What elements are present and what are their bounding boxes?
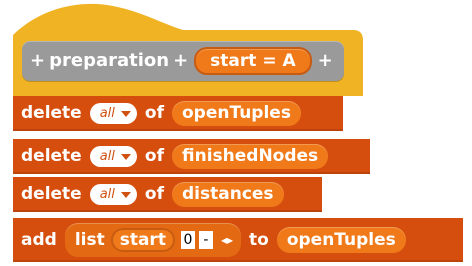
variable-finishedNodes[interactable]: finishedNodes	[172, 144, 329, 169]
to-label: to	[249, 229, 269, 250]
delete-option-dropdown[interactable]: all	[89, 146, 137, 167]
block-name: preparation	[49, 50, 170, 71]
list-label: list	[74, 229, 105, 250]
param-start-label: start = A	[210, 50, 296, 71]
variable-openTuples-target[interactable]: openTuples	[276, 227, 406, 253]
add-input-mid-button[interactable]: +	[173, 52, 188, 70]
chevron-down-icon	[120, 191, 131, 198]
add-keyword: add	[21, 229, 57, 250]
prototype-panel[interactable]: + preparation + start = A +	[22, 41, 344, 81]
variable-openTuples[interactable]: openTuples	[172, 101, 301, 126]
delete-keyword: delete	[21, 146, 82, 166]
delete-keyword: delete	[21, 103, 82, 123]
of-label: of	[144, 146, 164, 166]
list-item-input[interactable]: 0	[180, 231, 195, 249]
param-start-slot[interactable]: start = A	[194, 47, 312, 75]
delete-option-dropdown[interactable]: all	[89, 103, 137, 124]
delete-option-dropdown[interactable]: all	[89, 184, 137, 205]
of-label: of	[144, 103, 164, 123]
chevron-down-icon	[120, 153, 131, 160]
list-item-dash: -	[198, 231, 213, 249]
arrows-icon[interactable]: ◂▸	[221, 234, 233, 246]
list-reporter[interactable]: list start 0 - ◂▸	[64, 223, 241, 257]
add-input-left-button[interactable]: +	[30, 52, 45, 70]
add-to-list-block[interactable]: add list start 0 - ◂▸ to openTuples	[13, 218, 463, 262]
delete-finishedNodes-block[interactable]: delete all of finishedNodes	[13, 139, 370, 174]
delete-distances-block[interactable]: delete all of distances	[13, 177, 322, 212]
delete-keyword: delete	[21, 184, 82, 204]
chevron-down-icon	[120, 110, 131, 117]
delete-openTuples-block[interactable]: delete all of openTuples	[13, 96, 343, 131]
add-input-right-button[interactable]: +	[318, 52, 333, 70]
variable-start[interactable]: start	[110, 228, 175, 252]
of-label: of	[144, 184, 164, 204]
variable-distances[interactable]: distances	[172, 182, 284, 207]
